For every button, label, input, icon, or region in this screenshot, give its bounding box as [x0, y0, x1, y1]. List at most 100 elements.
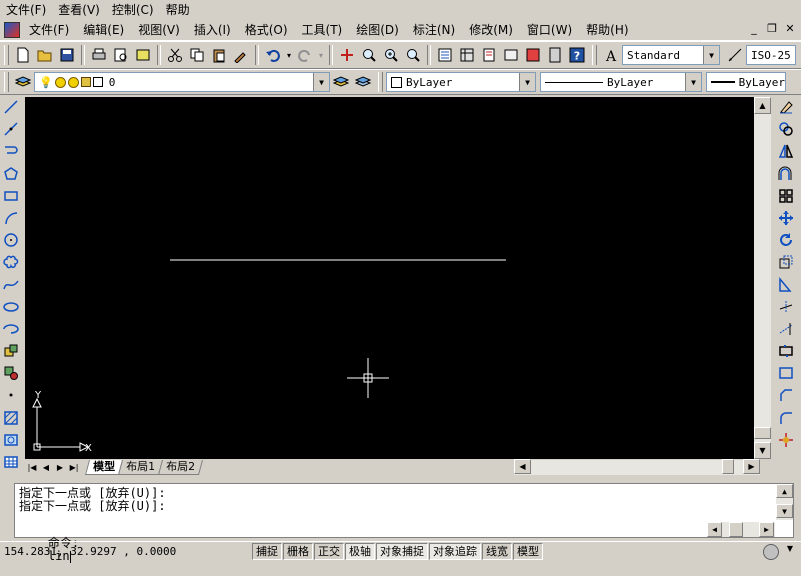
- copy-object-tool[interactable]: [776, 119, 796, 139]
- menu-insert[interactable]: 插入(I): [187, 21, 238, 38]
- save-button[interactable]: [57, 45, 77, 65]
- menu-tools[interactable]: 工具(T): [295, 21, 350, 38]
- text-style-icon-button[interactable]: A: [601, 45, 621, 65]
- erase-tool[interactable]: [776, 97, 796, 117]
- text-style-select[interactable]: Standard ▼: [622, 45, 720, 65]
- toolbar-grip[interactable]: [4, 45, 9, 65]
- menu-draw[interactable]: 绘图(D): [349, 21, 406, 38]
- table-tool[interactable]: [1, 452, 21, 472]
- scroll-left-button[interactable]: ◀: [707, 522, 722, 537]
- trim-tool[interactable]: [776, 297, 796, 317]
- scroll-left-button[interactable]: ◀: [514, 459, 531, 474]
- print-button[interactable]: [89, 45, 109, 65]
- toolbar-grip[interactable]: [592, 45, 597, 65]
- command-window[interactable]: 指定下一点或 [放弃(U)]: 指定下一点或 [放弃(U)]: 命令: lin …: [14, 483, 794, 563]
- layer-select[interactable]: 💡 0 ▼: [34, 72, 330, 92]
- linetype-select[interactable]: ByLayer ▼: [540, 72, 702, 92]
- toolbar-grip[interactable]: [4, 72, 9, 92]
- offset-tool[interactable]: [776, 164, 796, 184]
- lineweight-select[interactable]: ByLayer: [706, 72, 786, 92]
- copy-button[interactable]: [187, 45, 207, 65]
- menu-file[interactable]: 文件(F): [22, 21, 76, 38]
- autocad-app-icon[interactable]: [4, 21, 20, 38]
- dim-style-select[interactable]: ISO-25: [746, 45, 796, 65]
- ellipse-tool[interactable]: [1, 297, 21, 317]
- menu-modify[interactable]: 修改(M): [462, 21, 520, 38]
- match-properties-button[interactable]: [231, 45, 251, 65]
- chamfer-tool[interactable]: [776, 385, 796, 405]
- toolbar-grip[interactable]: [378, 72, 383, 92]
- app-menu-file[interactable]: 文件(F): [0, 1, 52, 18]
- redo-button[interactable]: [295, 45, 315, 65]
- menu-dimension[interactable]: 标注(N): [406, 21, 462, 38]
- tool-palettes-button[interactable]: [479, 45, 499, 65]
- make-layer-current-button[interactable]: [331, 72, 351, 92]
- new-button[interactable]: [13, 45, 33, 65]
- arc-tool[interactable]: [1, 208, 21, 228]
- rectangle-tool[interactable]: [1, 186, 21, 206]
- help-button[interactable]: ?: [567, 45, 587, 65]
- zoom-realtime-button[interactable]: [359, 45, 379, 65]
- menu-view[interactable]: 视图(V): [131, 21, 187, 38]
- minimize-button[interactable]: _: [747, 22, 761, 36]
- snap-toggle[interactable]: 捕捉: [252, 542, 282, 560]
- rotate-tool[interactable]: [776, 230, 796, 250]
- tray-settings-icon[interactable]: [763, 544, 779, 560]
- fillet-tool[interactable]: [776, 408, 796, 428]
- calculator-button[interactable]: [545, 45, 565, 65]
- menu-edit[interactable]: 编辑(E): [76, 21, 131, 38]
- array-tool[interactable]: [776, 186, 796, 206]
- mirror-tool[interactable]: [776, 141, 796, 161]
- color-select[interactable]: ByLayer ▼: [386, 72, 536, 92]
- redo-dropdown[interactable]: ▾: [317, 45, 325, 65]
- hatch-tool[interactable]: [1, 408, 21, 428]
- scroll-up-button[interactable]: ▲: [776, 484, 793, 498]
- pan-realtime-button[interactable]: [337, 45, 357, 65]
- ortho-toggle[interactable]: 正交: [314, 542, 344, 560]
- polyline-tool[interactable]: [1, 141, 21, 161]
- layer-previous-button[interactable]: [353, 72, 373, 92]
- scroll-down-button[interactable]: ▼: [754, 442, 771, 459]
- osnap-toggle[interactable]: 对象捕捉: [376, 542, 428, 560]
- menu-help[interactable]: 帮助(H): [579, 21, 635, 38]
- revision-cloud-tool[interactable]: [1, 252, 21, 272]
- construction-line-tool[interactable]: [1, 119, 21, 139]
- app-menu-view[interactable]: 查看(V): [52, 1, 106, 18]
- print-preview-button[interactable]: [111, 45, 131, 65]
- tab-layout1[interactable]: 布局1: [117, 460, 164, 475]
- app-menu-help[interactable]: 帮助: [160, 1, 196, 18]
- dim-style-icon-button[interactable]: [725, 45, 745, 65]
- command-horizontal-scrollbar[interactable]: ◀ ▶: [707, 522, 775, 537]
- paste-button[interactable]: [209, 45, 229, 65]
- move-tool[interactable]: [776, 208, 796, 228]
- last-tab-button[interactable]: ▶|: [67, 461, 81, 475]
- grid-toggle[interactable]: 栅格: [283, 542, 313, 560]
- join-tool[interactable]: [776, 363, 796, 383]
- publish-button[interactable]: [133, 45, 153, 65]
- app-menu-control[interactable]: 控制(C): [106, 1, 160, 18]
- markup-button[interactable]: [523, 45, 543, 65]
- zoom-previous-button[interactable]: [403, 45, 423, 65]
- layer-manager-button[interactable]: [13, 72, 33, 92]
- extend-tool[interactable]: [776, 319, 796, 339]
- region-tool[interactable]: [1, 430, 21, 450]
- canvas-vertical-scrollbar[interactable]: ▲ ▼: [754, 97, 771, 459]
- previous-tab-button[interactable]: ◀: [39, 461, 53, 475]
- circle-tool[interactable]: [1, 230, 21, 250]
- tray-menu-arrow[interactable]: ▼: [787, 544, 793, 553]
- undo-button[interactable]: [263, 45, 283, 65]
- open-button[interactable]: [35, 45, 55, 65]
- explode-tool[interactable]: [776, 430, 796, 450]
- tab-layout2[interactable]: 布局2: [157, 460, 204, 475]
- scroll-up-button[interactable]: ▲: [754, 97, 771, 114]
- model-paper-toggle[interactable]: 模型: [513, 542, 543, 560]
- menu-window[interactable]: 窗口(W): [520, 21, 579, 38]
- cut-button[interactable]: [165, 45, 185, 65]
- make-block-tool[interactable]: [1, 363, 21, 383]
- command-vertical-scrollbar[interactable]: ▲ ▼: [776, 484, 793, 520]
- close-button[interactable]: ✕: [783, 22, 797, 36]
- scroll-right-button[interactable]: ▶: [743, 459, 760, 474]
- first-tab-button[interactable]: |◀: [25, 461, 39, 475]
- scroll-thumb[interactable]: [754, 427, 771, 439]
- scroll-right-button[interactable]: ▶: [759, 522, 774, 537]
